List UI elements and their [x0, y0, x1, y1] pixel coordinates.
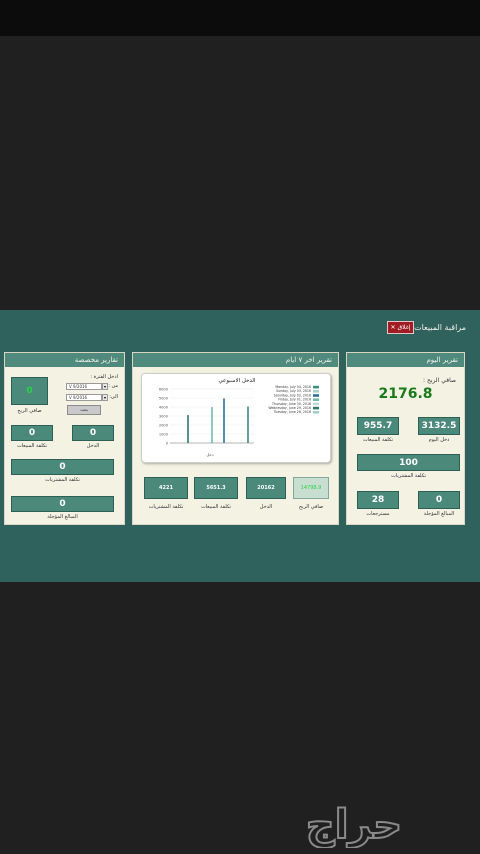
- week-report-panel: تقرير اخر ٧ ايام الدخل الاسبوعي 6000 5000…: [132, 352, 339, 525]
- today-purchases-label: تكلفة المشتريات: [391, 473, 426, 479]
- chart-legend-swatch: [313, 406, 319, 410]
- today-returns-label: مسترجعات: [366, 511, 390, 517]
- week-profit-label: صافي الربح: [298, 504, 324, 510]
- custom-profit-tile: 0: [11, 377, 48, 405]
- today-deferred-label: المبالغ المؤجلة: [423, 511, 455, 517]
- today-profit-value: 2176.8: [378, 386, 433, 402]
- chart-x-label: دخل: [206, 452, 214, 457]
- custom-profit-value: 0: [26, 386, 33, 396]
- custom-income-tile: 0: [72, 425, 114, 441]
- from-date-dropdown-icon[interactable]: ▾: [102, 383, 108, 390]
- to-label: الى:: [109, 394, 118, 400]
- today-profit-label: صافي الربح :: [423, 377, 456, 384]
- week-profit-value: 14798.9: [300, 485, 322, 491]
- custom-deferred-label: المبالغ المؤجلة: [47, 514, 78, 520]
- week-income-tile: 20162: [246, 477, 286, 499]
- week-sales-cost-label: تكلفة المبيعات: [200, 504, 232, 510]
- week-purchases-tile: 4221: [144, 477, 188, 499]
- to-date-dropdown-icon[interactable]: ▾: [102, 394, 108, 401]
- close-icon: ✕: [390, 324, 396, 331]
- week-report-header: تقرير اخر ٧ ايام: [133, 353, 338, 367]
- chart-legend-swatch: [313, 394, 319, 397]
- chart-bar: [223, 398, 225, 443]
- custom-deferred-tile: 0: [11, 496, 114, 512]
- watermark-text: حراج: [306, 802, 402, 848]
- week-income-label: الدخل: [259, 504, 273, 510]
- today-report-header: تقرير اليوم: [347, 353, 464, 367]
- from-date-input[interactable]: V 9/2016: [66, 383, 102, 390]
- today-income-tile: 3132.5: [418, 417, 460, 435]
- chart-legend-swatch: [313, 385, 319, 389]
- today-sales-cost-label: تكلفة المبيعات: [362, 437, 394, 443]
- chart-legend-swatch: [313, 402, 319, 406]
- chart-y-tick-label: 3000: [159, 414, 169, 418]
- chart-y-tick-label: 0: [166, 441, 169, 445]
- chart-bar: [187, 415, 189, 443]
- window-title: مراقبة المبيعات: [414, 323, 466, 332]
- custom-report-header: تقارير مخصصة: [5, 353, 124, 367]
- from-date-value: V 9/2016: [69, 384, 88, 389]
- custom-profit-label: صافي الربح: [17, 408, 42, 414]
- today-deferred-tile: 0: [418, 491, 460, 509]
- chart-y-tick-label: 4000: [159, 405, 169, 409]
- chart-legend-swatch: [313, 398, 319, 401]
- chart-legend-swatch: [313, 411, 319, 414]
- weekly-income-chart: الدخل الاسبوعي 6000 5000 4000 3000 2000 1000 0…: [141, 373, 331, 463]
- chart-legend-label: Tuesday, June 28, 2016: [273, 410, 311, 414]
- chart-y-tick-label: 5000: [159, 396, 169, 400]
- close-button[interactable]: ✕ إغلاق: [387, 321, 414, 334]
- custom-sales-cost-tile: 0: [11, 425, 53, 441]
- chart-legend-swatch: [313, 390, 319, 393]
- today-income-label: دخل اليوم: [428, 437, 450, 443]
- custom-report-panel: تقارير مخصصة ادخل الفترة : من : V 9/2016…: [4, 352, 125, 525]
- from-label: من :: [108, 383, 118, 389]
- chart-bar: [247, 406, 249, 443]
- today-sales-cost-tile: 955.7: [357, 417, 399, 435]
- today-returns-tile: 28: [357, 491, 399, 509]
- top-status-bar: [0, 0, 480, 36]
- week-sales-cost-tile: 5651.3: [194, 477, 238, 499]
- custom-purchases-label: تكلفة المشتريات: [45, 477, 80, 483]
- chart-title: الدخل الاسبوعي: [218, 378, 256, 384]
- custom-purchases-tile: 0: [11, 459, 114, 475]
- custom-sales-cost-label: تكلفة المبيعات: [16, 443, 48, 449]
- chart-y-tick-label: 6000: [159, 387, 169, 391]
- search-button[interactable]: بحث: [67, 405, 101, 415]
- chart-y-tick-label: 1000: [159, 432, 169, 436]
- today-report-panel: تقرير اليوم صافي الربح : 2176.8 3132.5 د…: [346, 352, 465, 525]
- week-purchases-label: تكلفة المشتريات: [148, 504, 184, 510]
- sales-monitor-window: مراقبة المبيعات ✕ إغلاق تقرير اليوم صافي…: [0, 310, 480, 582]
- custom-income-label: الدخل: [86, 443, 100, 449]
- to-date-value: V 9/2016: [69, 395, 88, 400]
- chart-svg: الدخل الاسبوعي 6000 5000 4000 3000 2000 1000 0…: [159, 378, 319, 457]
- close-label: إغلاق: [397, 324, 411, 331]
- period-label: ادخل الفترة :: [90, 374, 118, 380]
- chart-y-tick-label: 2000: [159, 423, 169, 427]
- haraj-watermark-logo: حراج: [305, 801, 403, 848]
- to-date-input[interactable]: V 9/2016: [66, 394, 102, 401]
- chart-bar: [211, 407, 213, 443]
- today-purchases-tile: 100: [357, 454, 460, 471]
